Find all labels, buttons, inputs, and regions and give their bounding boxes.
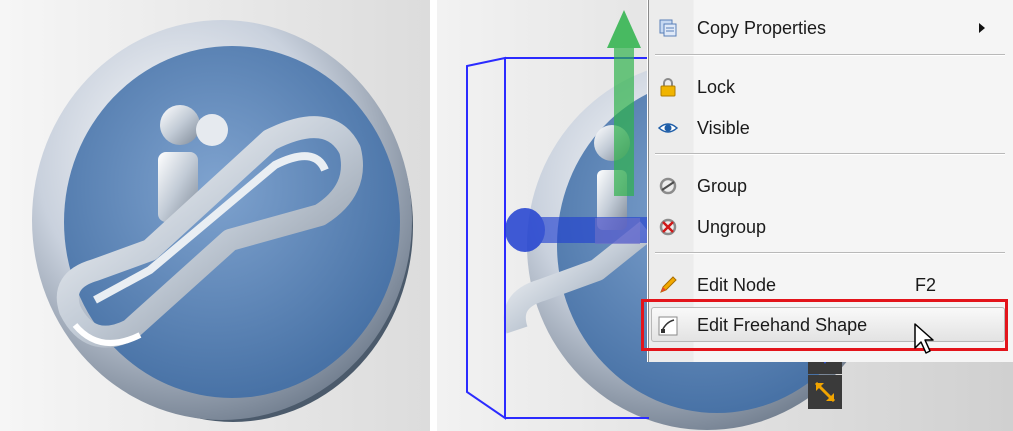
arrow-cursor-icon — [914, 323, 934, 354]
copy-properties-icon — [659, 19, 677, 37]
highlight-annotation-box — [641, 299, 1008, 351]
ungroup-icon — [659, 218, 677, 236]
menu-item-lock[interactable]: Lock — [649, 69, 1013, 103]
menu-item-label: Copy Properties — [697, 18, 827, 38]
menu-item-visible[interactable]: Visible — [649, 110, 1013, 144]
menu-separator — [655, 153, 1005, 155]
lock-icon — [660, 78, 676, 97]
menu-item-shortcut: F2 — [915, 275, 937, 295]
escalator-emblem-icon — [32, 20, 413, 422]
menu-separator — [655, 54, 1005, 56]
menu-item-label: Lock — [697, 77, 736, 97]
menu-item-ungroup[interactable]: Ungroup — [649, 209, 1013, 243]
menu-item-copy-properties[interactable]: Copy Properties — [649, 10, 1013, 44]
menu-item-label: Group — [697, 176, 748, 196]
menu-item-label: Edit Node — [697, 275, 777, 295]
submenu-arrow-icon — [979, 23, 985, 33]
menu-item-group[interactable]: Group — [649, 168, 1013, 202]
eye-icon — [658, 123, 678, 133]
resize-diagonal-icon — [808, 375, 842, 409]
group-icon — [659, 177, 677, 195]
left-preview-panel — [0, 0, 430, 431]
menu-item-label: Ungroup — [697, 217, 767, 237]
menu-item-label: Visible — [697, 118, 750, 138]
menu-item-edit-node[interactable]: Edit Node F2 — [649, 267, 1013, 301]
pencil-icon — [660, 276, 677, 293]
tool-button-diagonal[interactable] — [808, 375, 842, 409]
menu-separator — [655, 252, 1005, 254]
